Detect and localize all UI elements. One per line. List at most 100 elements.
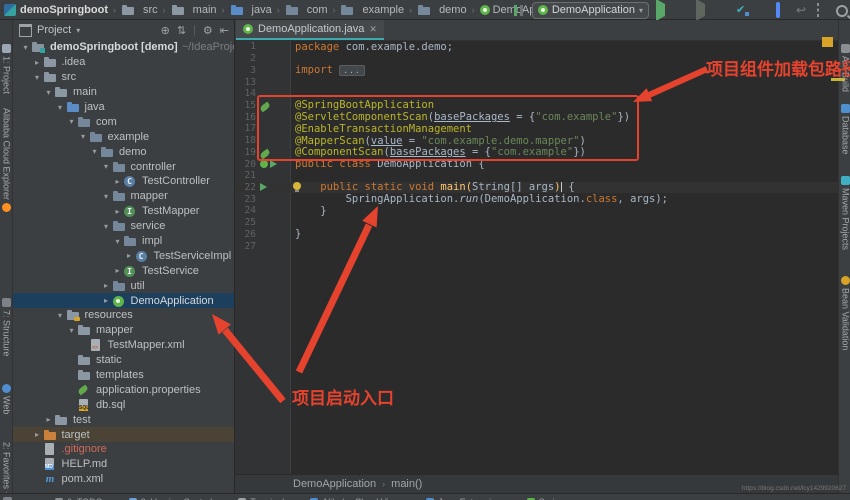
tool-stripe-web[interactable]: Web	[0, 384, 13, 414]
project-icon	[2, 44, 11, 53]
folder-icon	[78, 324, 91, 336]
tree-expand-arrow[interactable]: ▾	[101, 192, 112, 201]
tree-item-controller[interactable]: ▾controller	[13, 159, 234, 174]
tree-expand-arrow[interactable]: ▾	[55, 311, 66, 320]
tree-expand-arrow[interactable]: ▾	[112, 237, 123, 246]
tree-item-testmapper-xml[interactable]: <>TestMapper.xml	[13, 338, 234, 353]
project-icon	[32, 41, 45, 53]
tree-item-demo[interactable]: ▾demo	[13, 144, 234, 159]
run-gutter-icon[interactable]	[260, 183, 267, 191]
breadcrumb-item-java[interactable]: java	[230, 4, 272, 16]
tree-collapse-arrow[interactable]: ▸	[124, 251, 135, 260]
tree-item-impl[interactable]: ▾impl	[13, 234, 234, 249]
tree-item-demospringboot-demo-[interactable]: ▾demoSpringboot [demo] ~/IdeaProjects/	[13, 40, 234, 55]
tree-collapse-arrow[interactable]: ▸	[32, 58, 43, 67]
tree-item-mapper[interactable]: ▾mapper	[13, 189, 234, 204]
run-configuration-select[interactable]: DemoApplication ▾	[532, 2, 649, 19]
inspection-status-indicator[interactable]	[822, 37, 833, 47]
breadcrumb-item-src[interactable]: src	[121, 4, 158, 16]
locate-file-icon[interactable]: ⊕	[161, 24, 170, 37]
tree-expand-arrow[interactable]: ▾	[78, 132, 89, 141]
tree-item-target[interactable]: ▸target	[13, 427, 234, 442]
undo-icon[interactable]: ↩	[796, 4, 809, 17]
tree-expand-arrow[interactable]: ▾	[20, 43, 31, 52]
search-everywhere-icon[interactable]	[836, 5, 848, 17]
screen-share-icon[interactable]	[776, 2, 780, 18]
chevron-right-icon: ›	[471, 5, 476, 15]
tree-expand-arrow[interactable]: ▾	[43, 88, 54, 97]
tree-collapse-arrow[interactable]: ▸	[32, 430, 43, 439]
tree-item-testserviceimpl[interactable]: ▸CTestServiceImpl	[13, 248, 234, 263]
tool-stripe-maven-projects[interactable]: Maven Projects	[839, 176, 850, 250]
tree-expand-arrow[interactable]: ▾	[66, 326, 77, 335]
tree-item-demoapplication[interactable]: ▸DemoApplication	[13, 293, 234, 308]
breadcrumb-class[interactable]: DemoApplication	[293, 478, 376, 490]
tree-item-templates[interactable]: templates	[13, 368, 234, 383]
tree-item-pom-xml[interactable]: mpom.xml	[13, 472, 234, 487]
tree-expand-arrow[interactable]: ▾	[66, 117, 77, 126]
project-panel-header[interactable]: Project ▾ ⊕ ⇅ | ⚙ ⇤	[13, 20, 234, 40]
hide-panel-icon[interactable]: ⇤	[220, 24, 229, 37]
tree-item-testcontroller[interactable]: ▸CTestController	[13, 174, 234, 189]
package-icon	[113, 190, 126, 202]
tool-stripe-database[interactable]: Database	[839, 104, 850, 155]
editor-area[interactable]: DemoApplication.java ✕ 1package com.exam…	[235, 20, 838, 493]
close-icon[interactable]: ✕	[369, 24, 377, 35]
inspect-code-icon[interactable]	[736, 4, 749, 17]
breadcrumb-item-main[interactable]: main	[171, 4, 217, 16]
breadcrumb-method[interactable]: main()	[391, 478, 422, 490]
tree-item-util[interactable]: ▸util	[13, 278, 234, 293]
breadcrumb-item-demo[interactable]: demo	[417, 4, 467, 16]
tree-item--idea[interactable]: ▸.idea	[13, 55, 234, 70]
tab-demoapplication-java[interactable]: DemoApplication.java ✕	[236, 20, 384, 40]
layout-widget-icon[interactable]	[512, 4, 525, 17]
breadcrumb-project-name[interactable]: demoSpringboot	[20, 4, 108, 16]
tree-item-static[interactable]: static	[13, 353, 234, 368]
gear-icon[interactable]: ⚙	[203, 24, 213, 37]
tree-collapse-arrow[interactable]: ▸	[112, 266, 123, 275]
run-with-coverage-button[interactable]	[696, 0, 705, 21]
run-gutter-icon[interactable]	[270, 160, 277, 168]
line-number: 20	[235, 159, 256, 170]
tree-collapse-arrow[interactable]: ▸	[112, 177, 123, 186]
tree-item-application-properties[interactable]: application.properties	[13, 382, 234, 397]
ant-icon	[841, 44, 850, 53]
tree-item-help-md[interactable]: MDHELP.md	[13, 457, 234, 472]
tree-item-example[interactable]: ▾example	[13, 129, 234, 144]
tool-stripe-2-favorites[interactable]: 2: Favorites★	[0, 442, 13, 500]
tool-stripe-bean-validation[interactable]: Bean Validation	[839, 276, 850, 350]
tree-item-testservice[interactable]: ▸ITestService	[13, 263, 234, 278]
tree-item-test[interactable]: ▸test	[13, 412, 234, 427]
collapse-all-icon[interactable]: ⇅	[177, 24, 186, 37]
run-button[interactable]	[656, 0, 665, 21]
tree-item-testmapper[interactable]: ▸ITestMapper	[13, 204, 234, 219]
tool-stripe-7-structure[interactable]: 7: Structure	[0, 298, 13, 357]
tree-item-db-sql[interactable]: SQLdb.sql	[13, 397, 234, 412]
tree-item--gitignore[interactable]: .gitignore	[13, 442, 234, 457]
tree-collapse-arrow[interactable]: ▸	[112, 207, 123, 216]
class-icon: C	[136, 250, 149, 262]
maven-icon	[841, 176, 850, 185]
tree-item-mapper[interactable]: ▾mapper	[13, 323, 234, 338]
tree-expand-arrow[interactable]: ▾	[55, 103, 66, 112]
tree-expand-arrow[interactable]: ▾	[101, 162, 112, 171]
tree-item-com[interactable]: ▾com	[13, 114, 234, 129]
breadcrumb-item-example[interactable]: example	[340, 4, 404, 16]
tree-item-service[interactable]: ▾service	[13, 219, 234, 234]
tree-expand-arrow[interactable]: ▾	[32, 73, 43, 82]
tool-stripe-alibaba-cloud-explorer[interactable]: Alibaba Cloud Explorer	[0, 108, 13, 212]
line-number: 16	[235, 112, 256, 123]
breadcrumb-item-com[interactable]: com	[285, 4, 328, 16]
tool-stripe-1-project[interactable]: 1: Project	[0, 44, 13, 94]
tree-collapse-arrow[interactable]: ▸	[101, 296, 112, 305]
selection-mode-icon[interactable]	[817, 3, 819, 17]
tree-collapse-arrow[interactable]: ▸	[101, 281, 112, 290]
tree-item-java[interactable]: ▾java	[13, 100, 234, 115]
tree-item-resources[interactable]: ▾resources	[13, 308, 234, 323]
tree-item-src[interactable]: ▾src	[13, 70, 234, 85]
tree-item-main[interactable]: ▾main	[13, 85, 234, 100]
tree-expand-arrow[interactable]: ▾	[89, 147, 100, 156]
tree-expand-arrow[interactable]: ▾	[101, 222, 112, 231]
run-toolbar: DemoApplication ▾ ↩	[512, 0, 848, 20]
tree-collapse-arrow[interactable]: ▸	[43, 415, 54, 424]
